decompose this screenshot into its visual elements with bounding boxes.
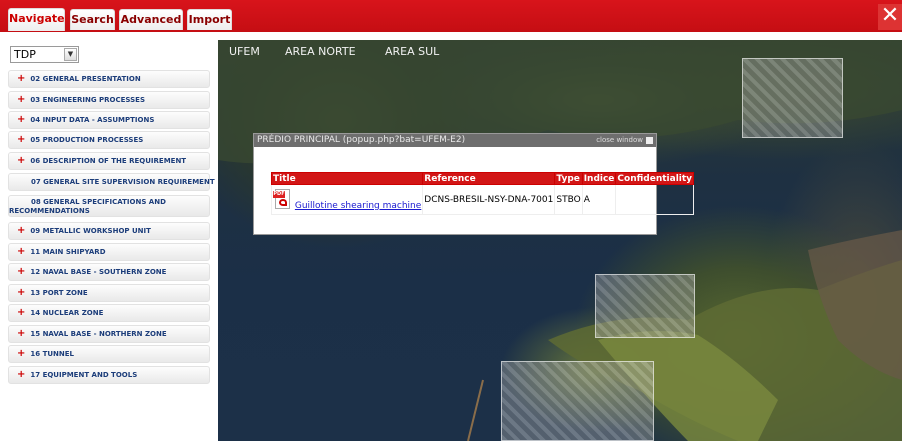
table-row: PDF Guillotine shearing machine DCNS-BRE…: [270, 184, 695, 215]
sidebar-item-label: 03 ENGINEERING PROCESSES: [30, 96, 145, 104]
sidebar-item-label: 05 PRODUCTION PROCESSES: [30, 136, 144, 144]
sidebar-item-label-cont: RECOMMENDATIONS: [9, 207, 90, 215]
plus-icon: +: [17, 94, 26, 105]
sidebar-item-label: 15 NAVAL BASE - NORTHERN ZONE: [30, 330, 167, 338]
col-confidentiality: Confidentiality: [615, 172, 695, 185]
tab-import[interactable]: Import: [187, 9, 232, 30]
close-icon[interactable]: ✕: [878, 4, 902, 30]
col-indice: Indice: [581, 172, 617, 185]
plus-icon: +: [17, 307, 26, 318]
col-reference: Reference: [422, 172, 556, 185]
sidebar-item-11[interactable]: +11 MAIN SHIPYARD: [8, 243, 210, 261]
sidebar-item-02[interactable]: +02 GENERAL PRESENTATION: [8, 70, 210, 88]
table-header-row: Title Reference Type Indice Confidential…: [270, 172, 695, 185]
sidebar-item-12[interactable]: +12 NAVAL BASE - SOUTHERN ZONE: [8, 263, 210, 281]
sidebar-item-label: 14 NUCLEAR ZONE: [30, 309, 104, 317]
sidebar-item-label: 16 TUNNEL: [30, 350, 74, 358]
map-hotspot-north[interactable]: [742, 58, 843, 138]
cell-indice: A: [581, 184, 617, 215]
sidebar-item-label: 17 EQUIPMENT AND TOOLS: [30, 371, 138, 379]
sidebar-item-17[interactable]: +17 EQUIPMENT AND TOOLS: [8, 366, 210, 384]
tab-search[interactable]: Search: [70, 9, 115, 30]
plus-icon: +: [17, 114, 26, 125]
building-popup: PRÉDIO PRINCIPAL (popup.php?bat=UFEM-E2)…: [253, 133, 695, 235]
sidebar-item-08[interactable]: 08 GENERAL SPECIFICATIONS AND RECOMMENDAT…: [8, 195, 210, 217]
sidebar-item-label: 09 METALLIC WORKSHOP UNIT: [30, 227, 151, 235]
document-link[interactable]: Guillotine shearing machine: [295, 201, 421, 211]
sidebar-item-label: 12 NAVAL BASE - SOUTHERN ZONE: [30, 268, 167, 276]
sidebar-item-07[interactable]: 07 GENERAL SITE SUPERVISION REQUIREMENT: [8, 173, 215, 191]
cell-type: STBO: [554, 184, 583, 215]
sidebar-item-09[interactable]: +09 METALLIC WORKSHOP UNIT: [8, 222, 210, 240]
plus-icon: +: [17, 155, 26, 166]
sidebar-item-13[interactable]: +13 PORT ZONE: [8, 284, 210, 302]
tab-advanced[interactable]: Advanced: [119, 9, 183, 30]
sidebar-item-14[interactable]: +14 NUCLEAR ZONE: [8, 304, 210, 322]
tdp-select-value: TDP: [14, 48, 36, 61]
plus-icon: +: [17, 73, 26, 84]
plus-icon: +: [17, 348, 26, 359]
col-type: Type: [554, 172, 583, 185]
plus-icon: +: [17, 369, 26, 380]
map-hotspot-port[interactable]: [501, 361, 654, 441]
sidebar-item-label: 08 GENERAL SPECIFICATIONS AND: [31, 198, 166, 206]
close-window-label: close window: [596, 136, 643, 144]
satellite-map[interactable]: [218, 40, 902, 441]
documents-table: Title Reference Type Indice Confidential…: [270, 172, 695, 215]
sidebar-item-label: 06 DESCRIPTION OF THE REQUIREMENT: [30, 157, 187, 165]
sidebar-item-label: 13 PORT ZONE: [30, 289, 88, 297]
plus-icon: +: [17, 328, 26, 339]
popup-title: PRÉDIO PRINCIPAL (popup.php?bat=UFEM-E2): [257, 135, 466, 145]
cell-title: PDF Guillotine shearing machine: [270, 184, 424, 215]
map-link-ufem[interactable]: UFEM: [229, 45, 260, 58]
sidebar-item-label: 02 GENERAL PRESENTATION: [30, 75, 141, 83]
top-tab-bar: Navigate Search Advanced Import ✕: [0, 0, 902, 32]
sidebar-item-04[interactable]: +04 INPUT DATA - ASSUMPTIONS: [8, 111, 210, 129]
close-icon: [646, 136, 653, 144]
tdp-select[interactable]: TDP ▼: [10, 46, 79, 63]
col-title: Title: [270, 172, 424, 185]
map-area-menu: UFEM AREA NORTE AREA SUL: [218, 40, 902, 64]
plus-icon: +: [17, 287, 26, 298]
plus-icon: +: [17, 246, 26, 257]
tab-navigate[interactable]: Navigate: [8, 8, 65, 31]
sidebar-item-05[interactable]: +05 PRODUCTION PROCESSES: [8, 131, 210, 149]
sidebar-item-label: 11 MAIN SHIPYARD: [30, 248, 106, 256]
plus-icon: +: [17, 134, 26, 145]
close-window-button[interactable]: close window: [596, 134, 653, 147]
map-link-area-sul[interactable]: AREA SUL: [385, 45, 439, 58]
popup-header: PRÉDIO PRINCIPAL (popup.php?bat=UFEM-E2)…: [254, 134, 656, 147]
plus-icon: +: [17, 266, 26, 277]
plus-icon: +: [17, 225, 26, 236]
sidebar-item-03[interactable]: +03 ENGINEERING PROCESSES: [8, 91, 210, 109]
sidebar-item-15[interactable]: +15 NAVAL BASE - NORTHERN ZONE: [8, 325, 210, 343]
map-link-area-norte[interactable]: AREA NORTE: [285, 45, 356, 58]
cell-confidentiality: [615, 184, 695, 215]
sidebar-item-label: 04 INPUT DATA - ASSUMPTIONS: [30, 116, 155, 124]
pdf-icon[interactable]: PDF: [273, 188, 292, 211]
sidebar-item-16[interactable]: +16 TUNNEL: [8, 345, 210, 363]
cell-reference: DCNS-BRESIL-NSY-DNA-7001: [422, 184, 556, 215]
sidebar-item-label: 07 GENERAL SITE SUPERVISION REQUIREMENT: [31, 178, 215, 186]
chevron-down-icon[interactable]: ▼: [64, 48, 77, 61]
sidebar-item-06[interactable]: +06 DESCRIPTION OF THE REQUIREMENT: [8, 152, 210, 170]
map-hotspot-center[interactable]: [595, 274, 695, 338]
